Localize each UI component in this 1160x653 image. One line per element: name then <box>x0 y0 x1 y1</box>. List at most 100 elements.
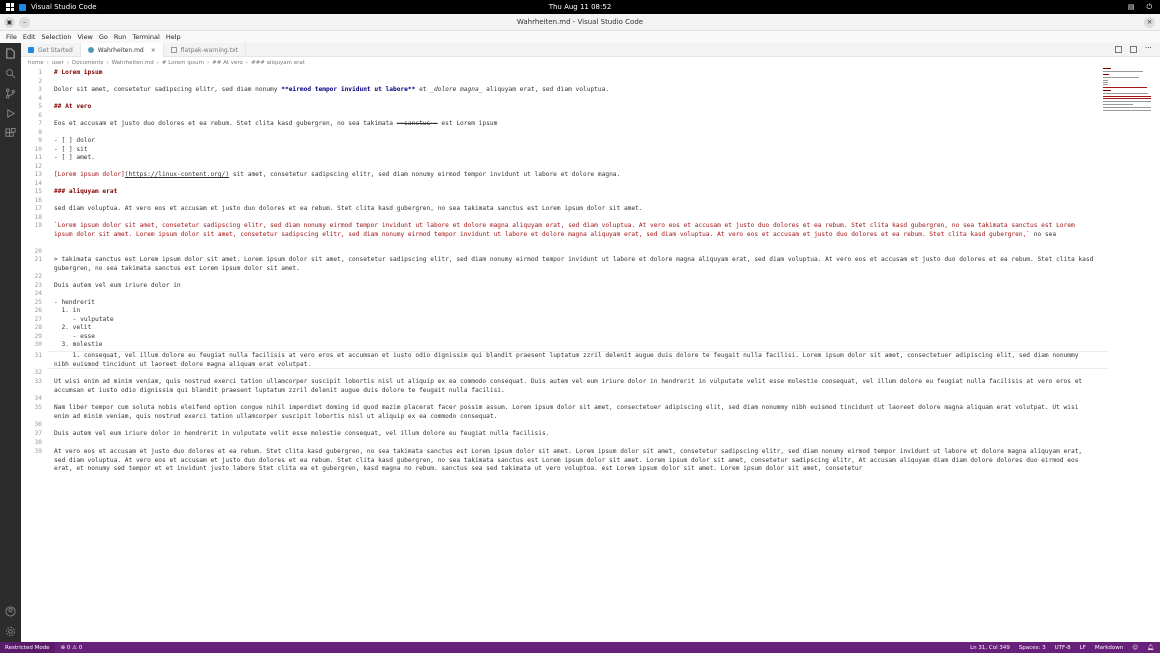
breadcrumb-item[interactable]: user <box>52 60 64 66</box>
restricted-mode-indicator[interactable]: Restricted Mode <box>0 642 55 653</box>
editor-line: 22 <box>34 273 42 280</box>
vscode-icon <box>28 47 34 53</box>
code-text: Ut wisi enim ad minim veniam, quis nostr… <box>54 378 1086 394</box>
source-control-icon[interactable] <box>5 87 17 99</box>
editor-line: 4 <box>38 94 42 102</box>
editor-line: 11- [ ] amet. <box>21 154 1101 161</box>
editor-line: 31 1. consequat, vel illum dolore eu feu… <box>21 352 1101 368</box>
breadcrumb-item[interactable]: home <box>28 60 44 66</box>
editor-line: 36 <box>34 421 42 428</box>
editor-area[interactable]: 1 # Lorem ipsum 2 3 Dolor sit amet, conset… <box>21 68 1108 642</box>
editor-line: 15 ### aliquyam erat <box>21 188 1101 195</box>
editor-line: 17 sed diam voluptua. At vero eos et accu… <box>21 205 1101 212</box>
editor-line: 14 <box>34 179 42 187</box>
breadcrumb-item[interactable]: ### aliquyam erat <box>251 60 305 66</box>
more-actions-icon[interactable]: ··· <box>1145 45 1152 53</box>
breadcrumb-item[interactable]: Wahrheiten.md <box>112 60 154 66</box>
app-menu[interactable]: Visual Studio Code <box>31 3 97 11</box>
tab-get-started[interactable]: Get Started <box>21 43 81 57</box>
editor-line: 1 # Lorem ipsum <box>21 69 1101 76</box>
code-text: Duis autem vel eum iriure dolor in hendr… <box>54 430 550 437</box>
open-preview-icon[interactable] <box>1115 46 1122 53</box>
menu-selection[interactable]: Selection <box>38 33 74 41</box>
editor-line: 18 <box>34 213 42 221</box>
editor-line: 25- hendrerit <box>21 299 1101 306</box>
editor-line: 38 <box>34 439 42 446</box>
code-text: Eos et accusam et justo duo dolores et e… <box>54 120 498 127</box>
clock[interactable]: Thu Aug 11 08:52 <box>0 3 1160 11</box>
code-text: - vulputate <box>54 315 114 323</box>
editor-scrollbar[interactable] <box>1154 68 1160 642</box>
editor-line: 10- [ ] sit <box>21 146 1101 153</box>
extensions-icon[interactable] <box>5 127 17 139</box>
cursor-position[interactable]: Ln 31, Col 349 <box>970 645 1010 651</box>
breadcrumb-item[interactable]: Documents <box>72 60 103 66</box>
breadcrumb-item[interactable]: ## At vero <box>212 60 243 66</box>
menu-edit[interactable]: Edit <box>20 33 39 41</box>
link-url[interactable]: (https://linux-content.org/) <box>125 171 229 178</box>
feedback-icon[interactable]: ☺ <box>1132 645 1138 651</box>
code-text: At vero eos et accusam et justo duo dolo… <box>54 448 1086 472</box>
minimap[interactable] <box>1103 68 1153 112</box>
language-mode[interactable]: Markdown <box>1095 645 1123 651</box>
notifications-bell-icon[interactable]: 🔔︎ <box>1147 645 1154 651</box>
editor-line: 35 Nam liber tempor cum soluta nobis elei… <box>21 404 1101 420</box>
tab-flatpak-warning[interactable]: flatpak-warning.txt <box>164 43 246 57</box>
menu-run[interactable]: Run <box>111 33 129 41</box>
code-text: - esse <box>54 332 95 340</box>
markdown-file-icon <box>87 47 94 53</box>
editor-line: 2 <box>38 77 42 85</box>
code-text: 2. velit <box>54 324 92 331</box>
menu-bar: File Edit Selection View Go Run Terminal… <box>0 31 1160 43</box>
code-text: 1. consequat, vel illum dolore eu feugia… <box>54 352 1083 368</box>
settings-gear-icon[interactable] <box>5 625 17 637</box>
menu-help[interactable]: Help <box>163 33 184 41</box>
code-text: 3. molestie <box>54 341 103 348</box>
network-icon[interactable]: ▤ <box>1128 3 1135 11</box>
editor-line: 39 At vero eos et accusam et justo duo do… <box>21 448 1101 472</box>
breadcrumb-item[interactable]: # Lorem ipsum <box>162 60 204 66</box>
tab-label: Get Started <box>38 46 73 54</box>
run-debug-icon[interactable] <box>5 107 17 119</box>
editor-line: 21 > takimata sanctus est Lorem ipsum dol… <box>34 256 1098 272</box>
menu-file[interactable]: File <box>3 33 20 41</box>
editor-line: 26 1. in <box>21 307 1101 314</box>
window-title-bar: ▣ – Wahrheiten.md - Visual Studio Code × <box>0 14 1160 31</box>
tab-label: flatpak-warning.txt <box>180 46 238 54</box>
power-icon[interactable]: ⏻ <box>1146 3 1152 12</box>
tab-wahrheiten[interactable]: Wahrheiten.md × <box>80 43 164 57</box>
close-icon[interactable]: × <box>151 47 156 54</box>
editor-line: 3 Dolor sit amet, consetetur sadipscing e… <box>21 86 1101 93</box>
breadcrumb: home › user › Documents › Wahrheiten.md › # … <box>28 60 305 66</box>
editor-line: 24 <box>34 290 42 297</box>
code-text: 1. in <box>54 307 81 314</box>
end-of-line[interactable]: LF <box>1080 645 1086 651</box>
editor-line: 30 3. molestie <box>21 341 1101 348</box>
code-text: - [ ] dolor <box>54 137 95 144</box>
problems-indicator[interactable]: ⊗ 0 ⚠ 0 <box>61 645 83 651</box>
search-icon[interactable] <box>5 67 17 79</box>
editor-line: 33 Ut wisi enim ad minim veniam, quis nos… <box>21 378 1101 394</box>
accounts-icon[interactable] <box>5 605 17 617</box>
explorer-icon[interactable] <box>5 47 17 59</box>
editor-line: 12 <box>34 162 42 170</box>
menu-go[interactable]: Go <box>96 33 111 41</box>
window-title: Wahrheiten.md - Visual Studio Code <box>516 18 644 26</box>
editor-line: 16 <box>34 196 42 204</box>
menu-view[interactable]: View <box>74 33 95 41</box>
encoding[interactable]: UTF-8 <box>1055 645 1071 651</box>
indentation[interactable]: Spaces: 3 <box>1019 645 1046 651</box>
menu-terminal[interactable]: Terminal <box>129 33 162 41</box>
code-text: - hendrerit <box>54 298 95 306</box>
vscode-app-icon <box>19 3 26 11</box>
close-window-button[interactable]: × <box>1144 16 1155 28</box>
code-text: Dolor sit amet, consetetur sadipscing el… <box>54 86 610 93</box>
editor-tabs: Get Started Wahrheiten.md × flatpak-warn… <box>21 43 1160 57</box>
split-editor-icon[interactable] <box>1130 46 1137 53</box>
editor-line: 7 Eos et accusam et justo duo dolores et … <box>21 120 1101 127</box>
tab-label: Wahrheiten.md <box>97 46 144 54</box>
editor-line: 8 <box>38 128 42 136</box>
activities-grid-icon[interactable] <box>6 3 14 11</box>
activity-bar <box>0 43 21 643</box>
code-text: `Lorem ipsum dolor sit amet, consetetur … <box>54 222 1079 238</box>
